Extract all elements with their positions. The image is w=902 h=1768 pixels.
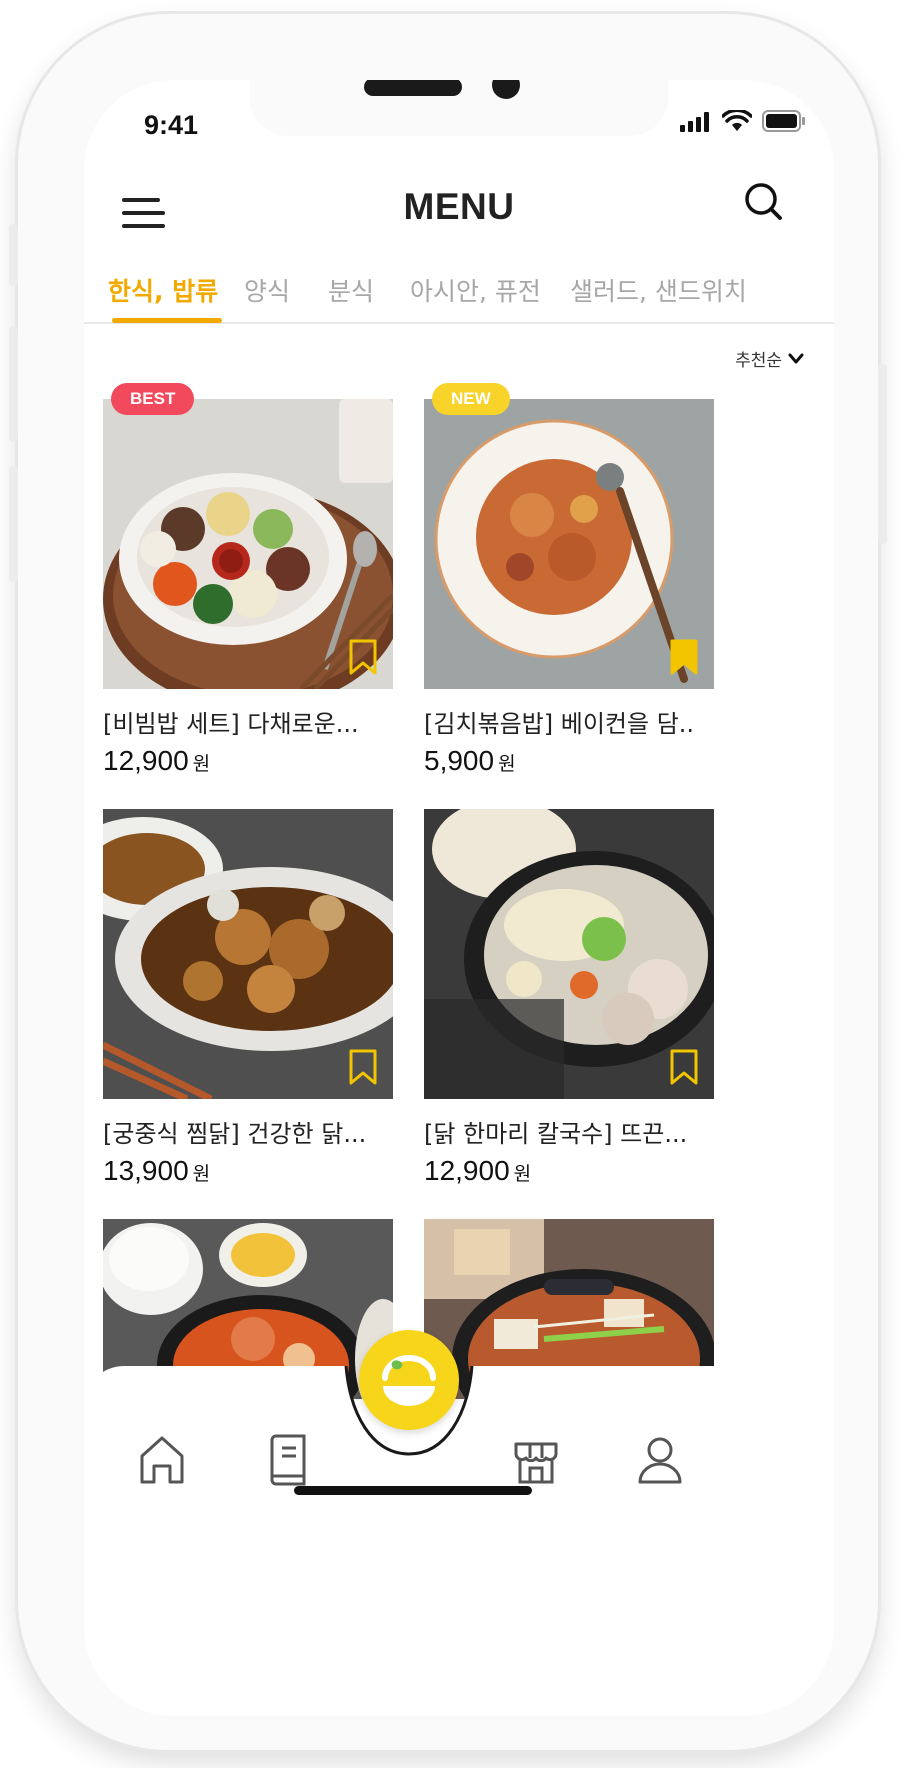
bookmark-button[interactable] xyxy=(670,639,698,675)
nav-profile[interactable] xyxy=(636,1434,684,1486)
sort-label: 추천순 xyxy=(735,351,782,371)
product-name: [비빔밥 세트] 다채로운... xyxy=(103,710,359,738)
volume-up-button xyxy=(9,326,18,442)
mute-switch xyxy=(9,224,18,286)
product-price: 5,900 원 xyxy=(424,745,516,777)
product-name: [닭 한마리 칼국수] 뜨끈... xyxy=(424,1120,688,1148)
bottom-nav-background xyxy=(84,1366,834,1716)
nav-recipes[interactable] xyxy=(264,1434,312,1486)
battery-icon xyxy=(762,110,805,132)
price-unit: 원 xyxy=(498,753,516,775)
tab-korean-rice[interactable]: 한식, 밥류 xyxy=(108,272,218,308)
bookmark-button[interactable] xyxy=(349,639,377,675)
search-button[interactable] xyxy=(742,180,788,226)
chevron-down-icon xyxy=(788,353,804,363)
phone-frame: 9:41 MENU 한식, 밥류 양식 분식 아시안, 퓨전 샐러드, 샌드위치… xyxy=(9,14,887,1750)
status-icons xyxy=(680,110,806,132)
volume-down-button xyxy=(9,466,18,582)
bookmark-outline-icon xyxy=(349,639,377,675)
tab-western[interactable]: 양식 xyxy=(244,272,290,308)
product-price: 12,900 원 xyxy=(103,745,210,777)
nav-home[interactable] xyxy=(138,1434,186,1486)
signal-icon xyxy=(680,112,709,132)
price-value: 5,900 xyxy=(424,745,495,776)
front-camera xyxy=(492,80,520,99)
best-badge: BEST xyxy=(111,383,195,415)
product-name: [궁중식 찜닭] 건강한 닭... xyxy=(103,1120,367,1148)
tab-salad-sandwich[interactable]: 샐러드, 샌드위치 xyxy=(570,272,747,308)
product-name: [김치볶음밥] 베이컨을 담.. xyxy=(424,710,695,738)
price-unit: 원 xyxy=(192,753,211,775)
price-value: 12,900 xyxy=(424,1155,510,1186)
store-icon xyxy=(514,1442,558,1484)
category-tabs: 한식, 밥류 양식 분식 아시안, 퓨전 샐러드, 샌드위치 xyxy=(84,264,834,324)
bookmark-button[interactable] xyxy=(349,1049,377,1085)
bookmark-filled-icon xyxy=(670,639,698,675)
speaker xyxy=(364,80,462,96)
new-badge: NEW xyxy=(432,383,510,415)
profile-icon xyxy=(638,1437,682,1484)
status-time: 9:41 xyxy=(144,110,199,140)
page-title: MENU xyxy=(403,186,515,227)
nav-store[interactable] xyxy=(512,1434,560,1486)
search-icon xyxy=(745,183,782,220)
wifi-icon xyxy=(722,110,752,131)
product-price: 13,900 원 xyxy=(103,1155,210,1187)
price-unit: 원 xyxy=(192,1163,211,1185)
app-screen: 9:41 MENU 한식, 밥류 양식 분식 아시안, 퓨전 샐러드, 샌드위치… xyxy=(84,80,834,1716)
bookmark-outline-icon xyxy=(670,1049,698,1085)
price-unit: 원 xyxy=(513,1163,532,1185)
price-value: 13,900 xyxy=(103,1155,189,1186)
meal-bowl-icon xyxy=(382,1355,436,1406)
bottom-navigation xyxy=(84,1330,834,1716)
book-icon xyxy=(270,1434,306,1486)
product-price: 12,900 원 xyxy=(424,1155,531,1187)
home-indicator xyxy=(294,1486,532,1495)
sort-dropdown[interactable]: 추천순 xyxy=(735,346,804,371)
tab-snack[interactable]: 분식 xyxy=(328,272,374,308)
price-value: 12,900 xyxy=(103,745,189,776)
home-icon xyxy=(140,1436,184,1484)
bookmark-outline-icon xyxy=(349,1049,377,1085)
bookmark-button[interactable] xyxy=(670,1049,698,1085)
notch xyxy=(250,80,668,136)
active-tab-indicator xyxy=(112,318,222,323)
power-button xyxy=(878,364,887,544)
meal-kit-button[interactable] xyxy=(359,1330,459,1430)
tab-asian-fusion[interactable]: 아시안, 퓨전 xyxy=(410,272,541,308)
